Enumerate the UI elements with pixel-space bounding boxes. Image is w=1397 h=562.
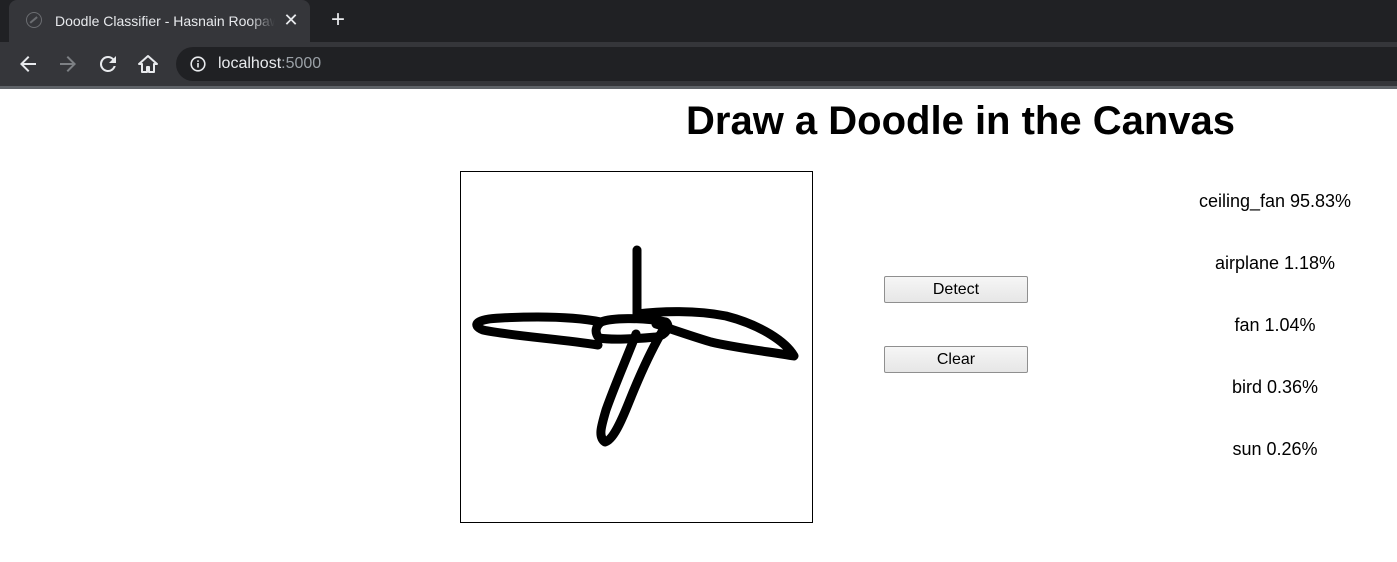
forward-icon[interactable] (56, 52, 80, 76)
browser-titlebar: Doodle Classifier - Hasnain Roopawalla ✕… (0, 0, 1397, 42)
info-icon[interactable] (190, 56, 206, 72)
reload-icon[interactable] (96, 52, 120, 76)
prediction-result: airplane 1.18% (1214, 253, 1336, 273)
detect-button[interactable]: Detect (884, 276, 1028, 303)
drawing-canvas[interactable] (460, 171, 813, 523)
address-bar[interactable]: localhost:5000 (176, 47, 1397, 81)
plus-icon[interactable]: + (326, 8, 350, 33)
browser-toolbar: localhost:5000 (0, 42, 1397, 86)
browser-tab[interactable]: Doodle Classifier - Hasnain Roopawalla ✕ (9, 0, 310, 42)
tab-title: Doodle Classifier - Hasnain Roopawalla (55, 13, 275, 29)
close-icon[interactable]: ✕ (281, 10, 301, 30)
prediction-result: sun 0.26% (1232, 439, 1318, 459)
doodle-drawing (472, 245, 799, 447)
prediction-result: fan 1.04% (1234, 315, 1316, 335)
url-port: :5000 (281, 55, 322, 72)
prediction-result: bird 0.36% (1231, 377, 1319, 397)
doodle-stroke-bottom-blade (596, 325, 668, 447)
page-heading: Draw a Doodle in the Canvas (686, 99, 1236, 143)
url-host: localhost (218, 55, 282, 72)
globe-favicon-icon (26, 12, 42, 28)
home-icon[interactable] (136, 52, 160, 76)
url-text: localhost:5000 (218, 55, 321, 73)
doodle-stroke-left-blade (472, 312, 606, 350)
toolbar-divider (0, 86, 1397, 89)
prediction-result: ceiling_fan 95.83% (1198, 191, 1352, 211)
back-icon[interactable] (16, 52, 40, 76)
clear-button[interactable]: Clear (884, 346, 1028, 373)
